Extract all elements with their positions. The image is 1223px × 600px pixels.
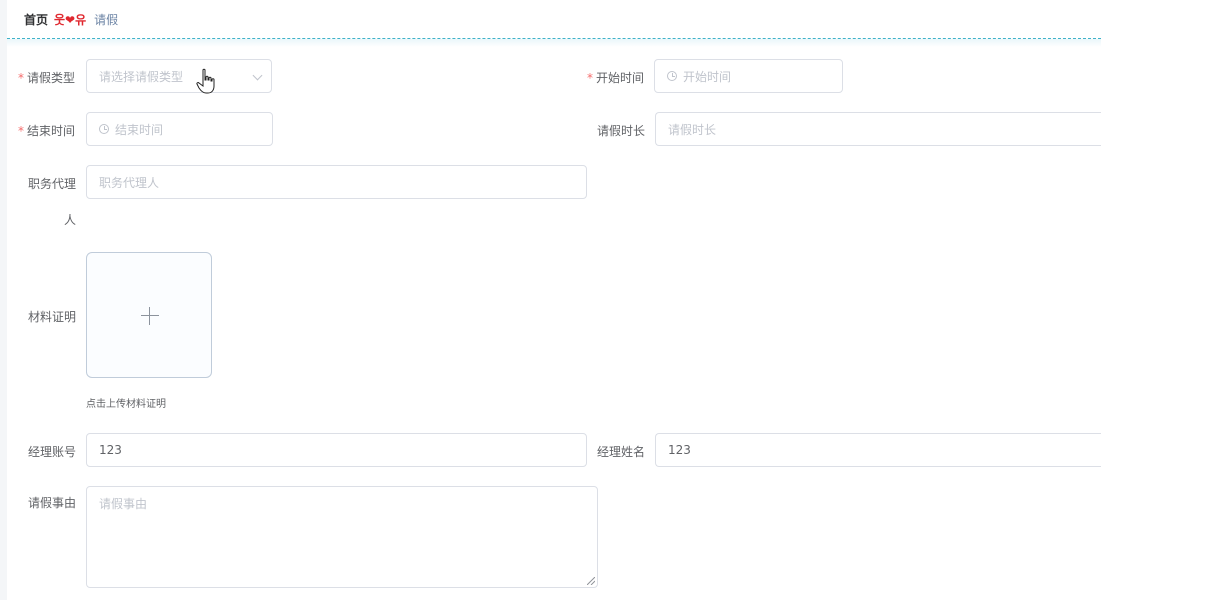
deputy-placeholder: 职务代理人 <box>99 175 160 190</box>
material-upload[interactable] <box>86 252 212 378</box>
breadcrumb-home[interactable]: 首页 <box>24 11 48 28</box>
start-time-placeholder: 开始时间 <box>683 69 732 84</box>
upload-tip: 点击上传材料证明 <box>86 399 166 410</box>
deputy-label: 职务代理 <box>28 177 77 191</box>
end-time-picker[interactable]: 结束时间 <box>86 112 273 146</box>
manager-name-label: 经理姓名 <box>597 445 646 459</box>
breadcrumb-separator: 웃❤유 <box>54 12 87 27</box>
breadcrumb: 首页 웃❤유 请假 <box>24 11 118 27</box>
end-time-label: * 结束时间 <box>18 124 76 138</box>
end-time-placeholder: 结束时间 <box>115 122 164 137</box>
hand-pointer-icon <box>196 68 215 94</box>
resize-handle-icon[interactable] <box>587 577 595 585</box>
left-strip <box>0 0 7 600</box>
manager-account-input[interactable]: 123 <box>86 433 587 467</box>
breadcrumb-current: 请假 <box>94 12 119 27</box>
duration-label: 请假时长 <box>597 124 646 138</box>
start-time-label: * 开始时间 <box>587 71 645 85</box>
leave-type-select[interactable]: 请选择请假类型 <box>86 59 272 93</box>
plus-icon <box>141 315 159 316</box>
manager-account-value: 123 <box>99 443 122 457</box>
clock-icon <box>667 71 677 81</box>
material-label: 材料证明 <box>28 310 77 324</box>
reason-label: 请假事由 <box>28 496 77 510</box>
leave-type-placeholder: 请选择请假类型 <box>99 69 184 84</box>
plus-icon-vertical <box>149 307 150 325</box>
leave-type-label: * 请假类型 <box>18 71 76 85</box>
manager-name-value: 123 <box>668 443 691 457</box>
deputy-label-wrap: 人 <box>64 213 77 227</box>
divider-shade <box>7 39 1101 47</box>
chevron-down-icon <box>252 70 263 81</box>
start-time-picker[interactable]: 开始时间 <box>654 59 843 93</box>
reason-textarea[interactable]: 请假事由 <box>86 486 598 588</box>
deputy-input[interactable]: 职务代理人 <box>86 165 587 199</box>
reason-placeholder: 请假事由 <box>99 497 148 511</box>
manager-name-input[interactable]: 123 <box>655 433 1101 467</box>
duration-input[interactable]: 请假时长 <box>655 112 1101 146</box>
manager-account-label: 经理账号 <box>28 445 77 459</box>
clock-icon <box>99 124 109 134</box>
duration-placeholder: 请假时长 <box>668 122 717 137</box>
